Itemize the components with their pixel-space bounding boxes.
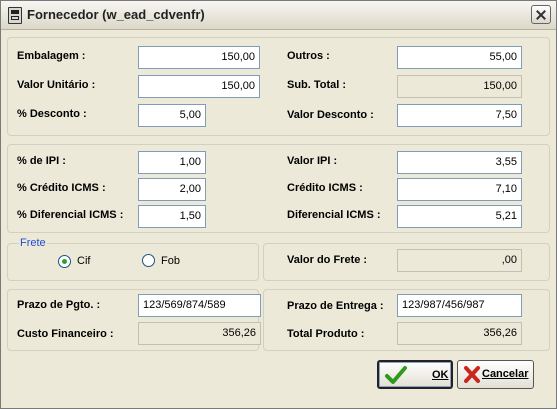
cancelar-label: Cancelar [482, 368, 529, 380]
embalagem-label: Embalagem : [17, 50, 86, 62]
ok-button[interactable]: OK [377, 360, 453, 389]
ipi-pct-field[interactable]: 1,00 [138, 151, 206, 174]
fob-label[interactable]: Fob [161, 255, 180, 267]
fornecedor-window: Fornecedor (w_ead_cdvenfr) Embalagem : 1… [0, 0, 557, 409]
credito-icms-pct-label: % Crédito ICMS : [17, 182, 106, 194]
check-icon [385, 366, 407, 384]
close-icon[interactable] [531, 5, 551, 24]
sub-total-field: 150,00 [397, 75, 522, 98]
cif-radio[interactable] [58, 255, 71, 268]
valor-frete-label: Valor do Frete : [287, 254, 368, 266]
credito-icms-pct-field[interactable]: 2,00 [138, 178, 206, 201]
custo-financeiro-label: Custo Financeiro : [17, 328, 114, 340]
diferencial-icms-field[interactable]: 5,21 [397, 205, 522, 228]
total-produto-label: Total Produto : [287, 328, 365, 340]
diferencial-icms-pct-field[interactable]: 1,50 [138, 205, 206, 228]
prazo-entrega-label: Prazo de Entrega : [287, 300, 384, 312]
custo-financeiro-field: 356,26 [138, 322, 261, 345]
total-produto-field: 356,26 [397, 322, 522, 345]
fob-radio[interactable] [142, 254, 155, 267]
embalagem-field[interactable]: 150,00 [138, 46, 260, 69]
window-title: Fornecedor (w_ead_cdvenfr) [27, 7, 205, 22]
cif-label[interactable]: Cif [77, 255, 90, 267]
sub-total-label: Sub. Total : [287, 79, 347, 91]
valor-ipi-label: Valor IPI : [287, 155, 338, 167]
valor-unitario-label: Valor Unitário : [17, 79, 96, 91]
credito-icms-field[interactable]: 7,10 [397, 178, 522, 201]
prazo-entrega-field[interactable]: 123/987/456/987 [397, 294, 522, 317]
outros-label: Outros : [287, 50, 330, 62]
diferencial-icms-label: Diferencial ICMS : [287, 209, 381, 221]
app-icon [8, 7, 22, 24]
diferencial-icms-pct-label: % Diferencial ICMS : [17, 209, 124, 221]
valor-frete-field: ,00 [397, 249, 522, 272]
valor-desconto-field[interactable]: 7,50 [397, 104, 522, 127]
outros-field[interactable]: 55,00 [397, 46, 522, 69]
valor-desconto-label: Valor Desconto : [287, 109, 374, 121]
x-icon [464, 366, 480, 383]
valor-unitario-field[interactable]: 150,00 [138, 75, 260, 98]
desconto-pct-label: % Desconto : [17, 108, 87, 120]
ok-label: OK [432, 369, 449, 381]
credito-icms-label: Crédito ICMS : [287, 182, 363, 194]
title-bar: Fornecedor (w_ead_cdvenfr) [1, 1, 556, 30]
desconto-pct-field[interactable]: 5,00 [138, 104, 206, 127]
cancelar-button[interactable]: Cancelar [457, 360, 534, 389]
valor-ipi-field[interactable]: 3,55 [397, 151, 522, 174]
prazo-pgto-label: Prazo de Pgto. : [17, 299, 101, 311]
ipi-pct-label: % de IPI : [17, 155, 66, 167]
prazo-pgto-field[interactable]: 123/569/874/589 [138, 294, 261, 317]
frete-title: Frete [19, 237, 47, 249]
